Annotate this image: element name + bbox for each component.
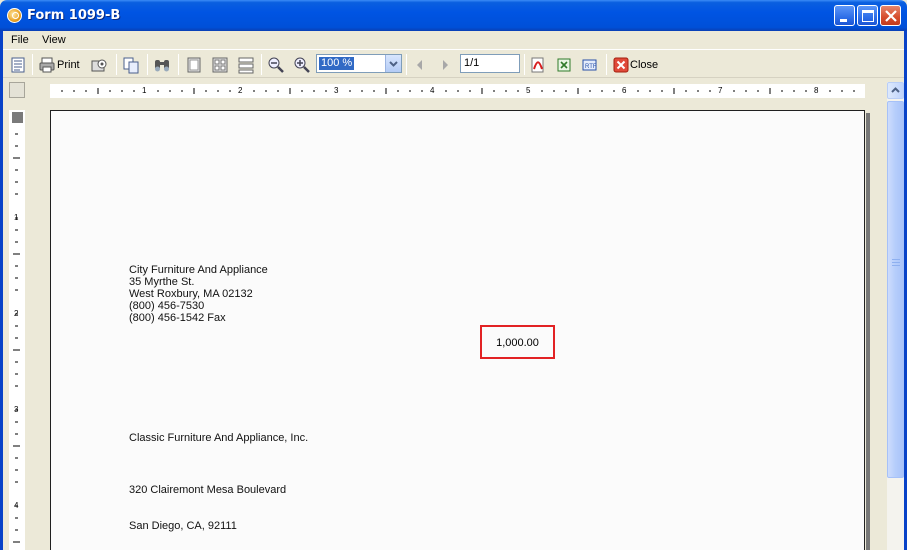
menu-bar: File View bbox=[3, 31, 904, 50]
ruler-label: 4 bbox=[430, 86, 435, 95]
maximize-button[interactable] bbox=[857, 5, 878, 26]
toolbar-separator bbox=[147, 54, 148, 75]
vertical-scrollbar[interactable] bbox=[887, 82, 904, 550]
scroll-up-button[interactable] bbox=[887, 82, 904, 99]
maximize-icon bbox=[862, 10, 874, 22]
toolbar-separator bbox=[524, 54, 525, 75]
multiple-pages-icon[interactable] bbox=[211, 56, 229, 74]
toolbar-separator bbox=[261, 54, 262, 75]
report-page: City Furniture And Appliance 35 Myrthe S… bbox=[50, 110, 865, 550]
ruler-label: 8 bbox=[814, 86, 819, 95]
print-label: Print bbox=[57, 59, 80, 71]
toolbar-separator bbox=[32, 54, 33, 75]
ruler-marker bbox=[12, 112, 23, 123]
page-setup-icon[interactable] bbox=[90, 56, 108, 74]
menu-view[interactable]: View bbox=[42, 34, 66, 46]
recipient-street: 320 Clairemont Mesa Boulevard bbox=[129, 484, 287, 496]
export-pdf-icon[interactable] bbox=[529, 56, 547, 74]
payer-name: City Furniture And Appliance bbox=[129, 264, 268, 276]
scroll-grip bbox=[892, 259, 900, 260]
vertical-ruler-ticks bbox=[13, 121, 20, 543]
zoom-value: 100 % bbox=[319, 57, 355, 70]
ruler-corner bbox=[9, 82, 25, 98]
minimize-button[interactable] bbox=[834, 5, 855, 26]
scroll-grip bbox=[892, 265, 900, 266]
payer-phone: (800) 456-7530 bbox=[129, 300, 205, 312]
ruler-label: 2 bbox=[238, 86, 243, 95]
close-icon bbox=[885, 10, 897, 22]
toolbar-separator bbox=[406, 54, 407, 75]
app-icon[interactable] bbox=[7, 8, 22, 23]
recipient-name: Classic Furniture And Appliance, Inc. bbox=[129, 432, 309, 444]
svg-text:RTF: RTF bbox=[585, 64, 597, 70]
zoom-dropdown[interactable]: 100 % bbox=[316, 54, 402, 73]
ruler-label: 6 bbox=[622, 86, 627, 95]
printer-icon bbox=[39, 57, 55, 73]
toolbar-separator bbox=[178, 54, 179, 75]
page-shadow bbox=[866, 113, 870, 550]
chevron-up-icon bbox=[891, 87, 900, 93]
close-window-button[interactable] bbox=[880, 5, 901, 26]
menu-file[interactable]: File bbox=[11, 34, 29, 46]
find-binoculars-icon[interactable] bbox=[153, 56, 171, 74]
horizontal-ruler-ticks bbox=[61, 88, 855, 94]
vertical-ruler: 1 2 3 4 bbox=[9, 110, 25, 550]
window-title: Form 1099-B bbox=[27, 8, 121, 23]
amount-value: 1,000.00 bbox=[496, 337, 539, 349]
scroll-thumb[interactable] bbox=[887, 101, 904, 478]
close-label: Close bbox=[630, 59, 659, 71]
ruler-label: 3 bbox=[334, 86, 339, 95]
payer-street: 35 Myrthe St. bbox=[129, 276, 195, 288]
payer-city-state-zip: West Roxbury, MA 02132 bbox=[129, 288, 253, 300]
scroll-grip bbox=[892, 262, 900, 263]
zoom-dropdown-button[interactable] bbox=[385, 55, 401, 72]
toolbar-separator bbox=[116, 54, 117, 75]
continuous-icon[interactable] bbox=[237, 56, 255, 74]
ruler-label: 2 bbox=[14, 309, 19, 318]
toolbar-separator bbox=[606, 54, 607, 75]
export-rtf-icon[interactable]: RTF bbox=[581, 56, 599, 74]
single-page-icon[interactable] bbox=[185, 56, 203, 74]
ruler-label: 5 bbox=[526, 86, 531, 95]
zoom-out-icon[interactable] bbox=[267, 56, 285, 74]
page-number-input[interactable]: 1/1 bbox=[460, 54, 520, 73]
zoom-in-icon[interactable] bbox=[293, 56, 311, 74]
ruler-label: 7 bbox=[718, 86, 723, 95]
amount-highlight-box: 1,000.00 bbox=[480, 325, 555, 359]
ruler-label: 1 bbox=[142, 86, 147, 95]
next-page-icon[interactable] bbox=[436, 56, 454, 74]
ruler-label: 3 bbox=[14, 405, 19, 414]
export-excel-icon[interactable] bbox=[555, 56, 573, 74]
payer-fax: (800) 456-1542 Fax bbox=[129, 312, 226, 324]
ruler-label: 4 bbox=[14, 501, 19, 510]
close-red-icon bbox=[613, 57, 629, 73]
title-bar: Form 1099-B bbox=[0, 0, 907, 31]
chevron-down-icon bbox=[389, 61, 398, 67]
horizontal-ruler: 1 2 3 4 5 6 7 8 bbox=[50, 84, 865, 98]
document-map-icon[interactable] bbox=[9, 56, 27, 74]
copy-icon[interactable] bbox=[122, 56, 140, 74]
ruler-label: 1 bbox=[14, 213, 19, 222]
minimize-icon bbox=[840, 19, 847, 22]
recipient-city-state-zip: San Diego, CA, 92111 bbox=[129, 520, 237, 532]
previous-page-icon[interactable] bbox=[411, 56, 429, 74]
